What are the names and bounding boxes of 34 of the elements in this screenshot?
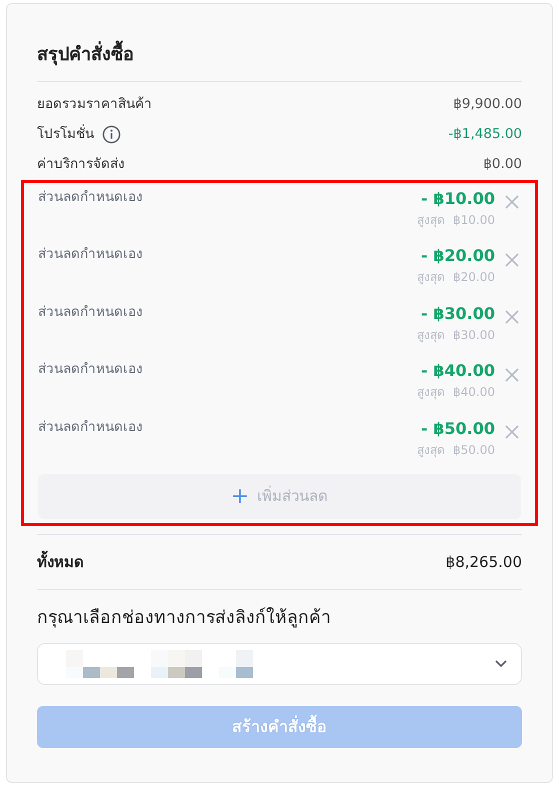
row-label: ยอดรวมราคาสินค้า [37, 95, 152, 114]
max-value: ฿40.00 [453, 384, 495, 402]
row-label: โปรโมชั่น [37, 124, 94, 144]
row-value: -฿1,485.00 [448, 125, 522, 144]
discount-label: ส่วนลดกำหนดเอง [38, 245, 143, 264]
max-value: ฿10.00 [453, 212, 495, 229]
discount-label: ส่วนลดกำหนดเอง [38, 418, 143, 437]
discount-label: ส่วนลดกำหนดเอง [38, 188, 143, 207]
discount-amount: - ฿30.00 [421, 302, 495, 325]
add-discount-button[interactable]: + เพิ่มส่วนลด [38, 474, 521, 520]
row-label: ค่าบริการจัดส่ง [37, 155, 125, 174]
discount-amount: - ฿50.00 [421, 418, 495, 440]
total-label: ทั้งหมด [37, 550, 84, 573]
channel-select[interactable] [37, 643, 522, 686]
max-value: ฿20.00 [453, 269, 495, 286]
discount-amount: - ฿20.00 [421, 245, 495, 268]
total-value: ฿8,265.00 [446, 552, 522, 573]
max-label: สูงสุด [417, 442, 445, 459]
max-label: สูงสุด [417, 326, 445, 344]
discount-amount: - ฿40.00 [421, 360, 495, 382]
max-value: ฿30.00 [453, 326, 495, 344]
max-label: สูงสุด [417, 269, 445, 286]
chevron-down-icon [495, 660, 507, 668]
max-label: สูงสุด [417, 212, 445, 229]
section-heading: กรุณาเลือกช่องทางการส่งลิงก์ให้ลูกค้า [37, 606, 332, 630]
discount-amount: - ฿10.00 [421, 188, 495, 210]
max-label: สูงสุด [417, 384, 445, 402]
row-value: ฿9,900.00 [453, 95, 522, 114]
row-value: ฿0.00 [483, 155, 522, 174]
discount-label: ส่วนลดกำหนดเอง [38, 360, 143, 380]
card-title: สรุปคำสั่งซื้อ [37, 24, 522, 81]
info-icon[interactable] [102, 125, 121, 144]
discount-label: ส่วนลดกำหนดเอง [38, 302, 143, 322]
max-value: ฿50.00 [453, 442, 495, 459]
